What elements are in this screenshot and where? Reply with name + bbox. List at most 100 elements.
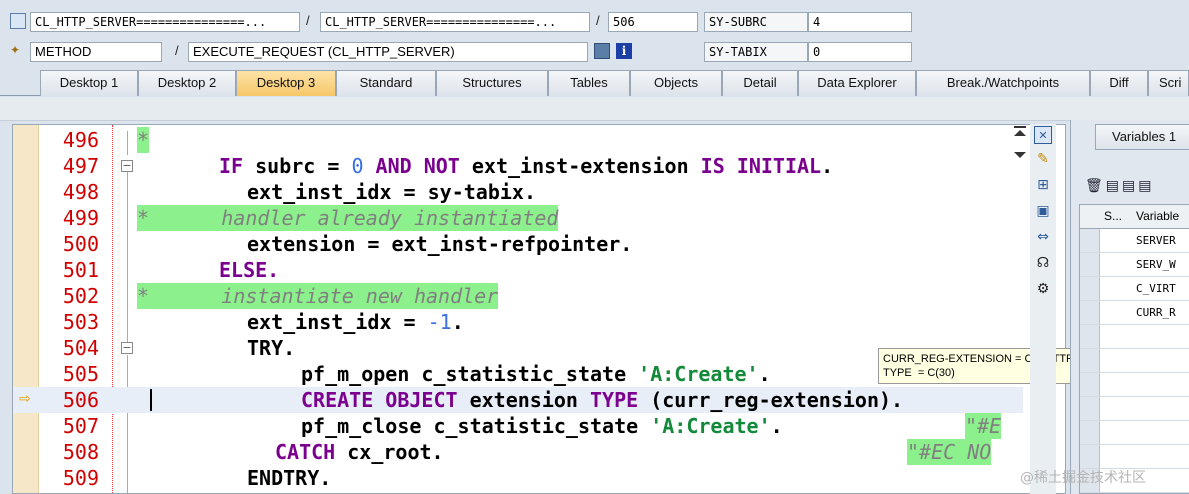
code-line: 505 pf_m_open c_statistic_state 'A:Creat… [13, 361, 1023, 387]
variable-name: SERV_W [1136, 258, 1176, 271]
keyword: IS INITIAL [700, 154, 822, 178]
line-number: 506 [62, 388, 99, 412]
code-line: 503 ext_inst_idx = -1. [13, 309, 1023, 335]
code-line: 500 extension = ext_inst-refpointer. [13, 231, 1023, 257]
table-row[interactable]: SERV_W [1080, 253, 1189, 277]
info-icon[interactable]: i [616, 43, 632, 59]
method-icon: ✦ [10, 43, 21, 57]
table-row[interactable]: C_VIRT [1080, 277, 1189, 301]
code-text: (curr_reg-extension). [638, 388, 904, 412]
code-text: pf_m_close c_statistic_state [301, 414, 651, 438]
resize-icon[interactable]: ⇔ [1034, 228, 1052, 246]
maximize-icon[interactable]: ▣ [1034, 202, 1052, 220]
code-text: . [821, 154, 834, 178]
pragma-comment: "#EC NO [907, 439, 992, 465]
tree-icon[interactable]: ⊞ [1034, 176, 1052, 194]
close-icon[interactable]: ✕ [1034, 126, 1052, 144]
tab-strip: Desktop 1 Desktop 2 Desktop 3 Standard S… [0, 70, 1189, 96]
type-field[interactable]: METHOD [30, 42, 162, 62]
sy-subrc-label: SY-SUBRC [704, 12, 808, 32]
string-literal: 'A:Create' [638, 362, 759, 386]
variable-name: CURR_R [1136, 306, 1176, 319]
keyword: IF [219, 154, 244, 178]
line-field[interactable]: 506 [608, 12, 698, 32]
code-text: ext_inst_idx = sy-tabix. [247, 180, 536, 204]
column-header-variable[interactable]: Variable [1136, 205, 1179, 227]
display-icon[interactable] [594, 43, 610, 59]
table-row[interactable] [1080, 445, 1189, 469]
tab-detail[interactable]: Detail [722, 70, 798, 96]
tab-data-explorer[interactable]: Data Explorer [798, 70, 916, 96]
line-number: 504 [62, 336, 99, 360]
code-text: ext_inst-extension [459, 154, 701, 178]
table-row[interactable] [1080, 397, 1189, 421]
tab-desktop-3[interactable]: Desktop 3 [236, 70, 336, 96]
method-field[interactable]: EXECUTE_REQUEST (CL_HTTP_SERVER) [188, 42, 588, 62]
settings-icon[interactable]: ⚙ [1034, 280, 1052, 298]
line-number: 497 [62, 154, 99, 178]
code-line: 509 ENDTRY. [13, 465, 1023, 491]
list-icon[interactable]: ▤ [1122, 178, 1138, 194]
header-row-2: ✦ METHOD / EXECUTE_REQUEST (CL_HTTP_SERV… [0, 40, 1189, 64]
variables-toolbar: 🗑▤▤▤ [1085, 178, 1189, 198]
tool-area [0, 97, 1189, 121]
class-field[interactable]: CL_HTTP_SERVER===============... [30, 12, 300, 32]
tab-desktop-1[interactable]: Desktop 1 [40, 70, 138, 96]
code-editor[interactable]: 496 * 497 − IF subrc = 0 AND NOT ext_ins… [12, 124, 1066, 494]
class-field-2[interactable]: CL_HTTP_SERVER===============... [320, 12, 590, 32]
table-row[interactable] [1080, 349, 1189, 373]
tab-objects[interactable]: Objects [630, 70, 722, 96]
code-line: 499 * handler already instantiated [13, 205, 1023, 231]
fold-toggle-icon[interactable]: − [121, 160, 133, 172]
delete-icon[interactable]: 🗑 [1085, 178, 1106, 194]
code-line: 504 − TRY. [13, 335, 1023, 361]
variables-table: S... Variable SERVER SERV_W C_VIRT CURR_… [1079, 204, 1189, 494]
line-number: 509 [62, 466, 99, 490]
line-number: 498 [62, 180, 99, 204]
number-literal: -1 [427, 310, 452, 334]
tab-structures[interactable]: Structures [436, 70, 548, 96]
comment: * instantiate new handler [137, 283, 499, 309]
line-number: 501 [62, 258, 99, 282]
code-text: cx_root. [335, 440, 444, 464]
tab-break-watchpoints[interactable]: Break./Watchpoints [916, 70, 1090, 96]
table-row[interactable] [1080, 325, 1189, 349]
line-number: 507 [62, 414, 99, 438]
headset-icon[interactable]: ☊ [1034, 254, 1052, 272]
current-code-line: ⇨ 506 CREATE OBJECT extension TYPE (curr… [13, 387, 1023, 413]
separator: / [175, 43, 179, 58]
text-cursor [150, 389, 152, 411]
sy-tabix-value[interactable]: 0 [808, 42, 912, 62]
variable-name: SERVER [1136, 234, 1176, 247]
debugger-window: CL_HTTP_SERVER===============... / CL_HT… [0, 0, 1189, 494]
tab-diff[interactable]: Diff [1090, 70, 1148, 96]
scroll-down-icon[interactable] [1014, 152, 1026, 158]
editor-tool-column: ✕ ✎ ⊞ ▣ ⇔ ☊ ⚙ [1030, 124, 1056, 494]
list-icon[interactable]: ▤ [1106, 178, 1122, 194]
column-header-s[interactable]: S... [1104, 205, 1122, 227]
tab-desktop-2[interactable]: Desktop 2 [138, 70, 236, 96]
table-row[interactable] [1080, 373, 1189, 397]
table-row[interactable] [1080, 421, 1189, 445]
code-line: 497 − IF subrc = 0 AND NOT ext_inst-exte… [13, 153, 1023, 179]
vertical-scrollbar[interactable] [1010, 124, 1030, 164]
sy-subrc-value[interactable]: 4 [808, 12, 912, 32]
fold-toggle-icon[interactable]: − [121, 342, 133, 354]
tab-variables-1[interactable]: Variables 1 [1095, 124, 1189, 150]
pragma-comment: "#E [965, 413, 1002, 439]
code-line: 496 * [13, 127, 1023, 153]
code-line: 508 CATCH cx_root. "#EC NO [13, 439, 1023, 465]
watermark: @稀土掘金技术社区 [1020, 470, 1146, 486]
tab-standard[interactable]: Standard [336, 70, 436, 96]
code-text: . [770, 414, 783, 438]
table-row[interactable]: SERVER [1080, 229, 1189, 253]
tab-script[interactable]: Scri [1148, 70, 1189, 96]
scroll-top-icon[interactable] [1014, 126, 1026, 128]
list-icon[interactable]: ▤ [1138, 178, 1154, 194]
tab-tables[interactable]: Tables [548, 70, 630, 96]
scroll-up-icon[interactable] [1014, 130, 1026, 136]
tooltip-line-2: TYPE = C(30) [883, 367, 955, 379]
new-icon[interactable]: ✎ [1034, 150, 1052, 168]
line-number: 499 [62, 206, 99, 230]
table-row[interactable]: CURR_R [1080, 301, 1189, 325]
